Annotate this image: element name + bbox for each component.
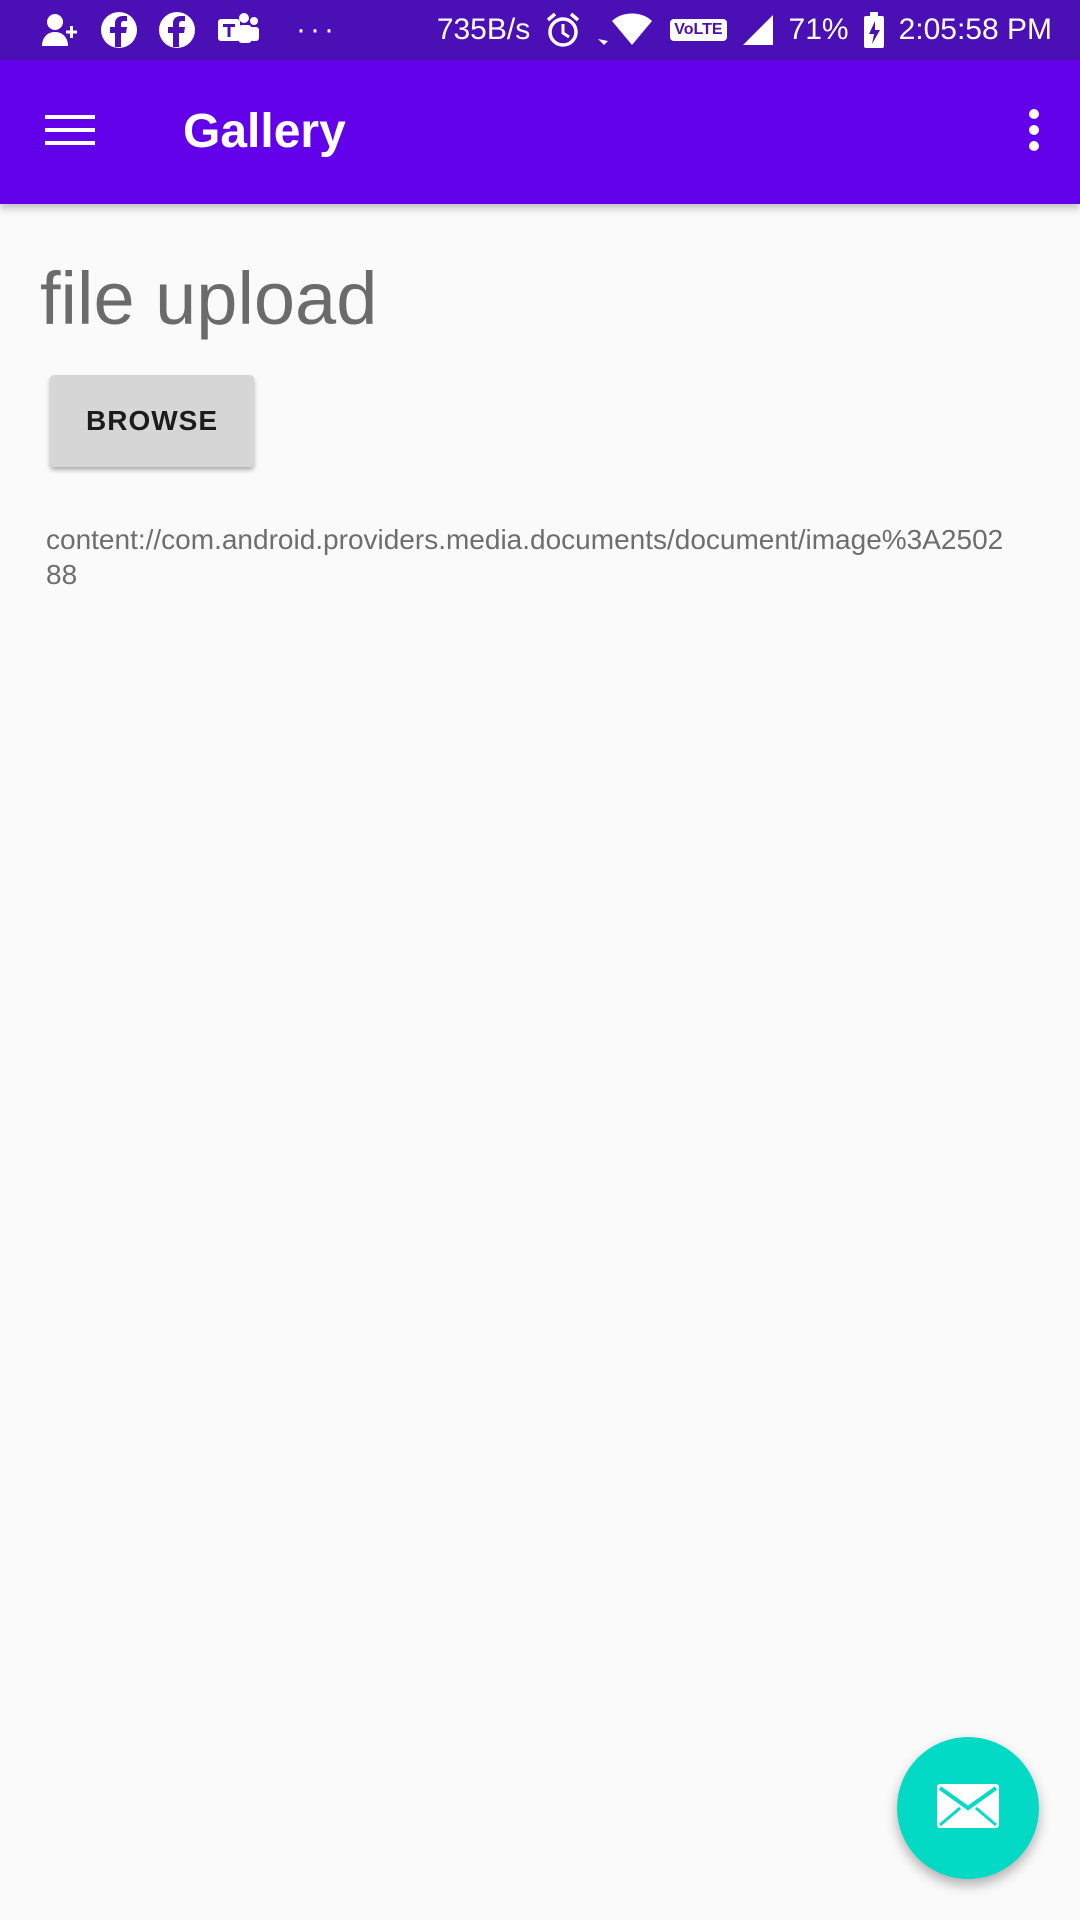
more-notifications-icon: ···: [296, 13, 338, 46]
signal-icon: [741, 10, 775, 50]
volte-icon: VoLTE: [670, 19, 727, 41]
overflow-menu-button[interactable]: [1002, 100, 1066, 164]
more-vert-icon: [1026, 108, 1042, 157]
network-speed: 735B/s: [436, 13, 531, 46]
battery-charging-icon: [863, 10, 885, 50]
status-bar-system: 735B/s VoLTE 71% 2:05:58 PM: [437, 10, 1052, 50]
facebook-icon: [100, 10, 138, 50]
hamburger-menu-icon: [44, 112, 96, 153]
app-bar: Gallery: [0, 60, 1080, 204]
alarm-icon: [544, 10, 582, 50]
facebook-icon: [158, 10, 196, 50]
status-time: 2:05:58 PM: [898, 13, 1052, 46]
selected-file-uri: content://com.android.providers.media.do…: [46, 524, 1004, 590]
app-title: Gallery: [183, 105, 346, 158]
add-contact-icon: [40, 10, 80, 50]
teams-icon: [216, 10, 260, 50]
email-icon: [936, 1783, 1000, 1834]
battery-percent: 71%: [788, 13, 849, 46]
menu-button[interactable]: [30, 100, 110, 164]
browse-button[interactable]: BROWSE: [50, 375, 254, 467]
wifi-icon: [596, 10, 656, 50]
page-heading: file upload: [40, 257, 378, 340]
status-bar: ··· 735B/s VoLTE 71% 2:05:58 PM: [0, 0, 1080, 60]
status-bar-notifications: ···: [40, 10, 338, 50]
email-fab-button[interactable]: [897, 1737, 1039, 1879]
